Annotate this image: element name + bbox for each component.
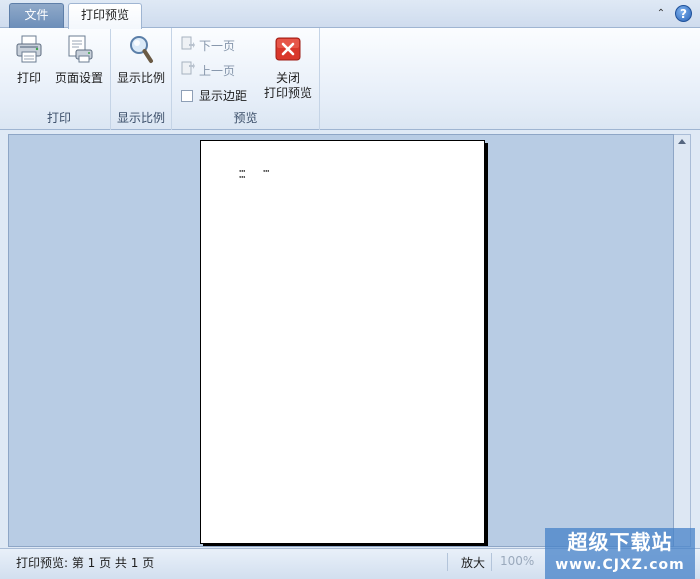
preview-workspace: 333 333 334 [8,134,674,547]
tab-print-preview[interactable]: 打印预览 [68,3,142,29]
print-group-label: 打印 [46,111,71,125]
watermark-title: 超级下载站 [567,530,673,554]
page-cell-b1: 333 [263,169,270,173]
page-cell-a2: 334 [239,175,246,179]
print-group: 打印 页面设置 打印 [8,28,111,130]
next-page-button[interactable]: 下一页 [180,36,235,54]
close-label-line1: 关闭 [276,71,301,85]
help-icon[interactable]: ? [675,5,692,22]
magnifier-icon [125,32,157,66]
close-print-preview-label: 关闭 打印预览 [264,71,312,101]
print-button[interactable]: 打印 [13,32,45,86]
status-separator [491,553,492,571]
close-label-line2: 打印预览 [264,86,313,100]
watermark-logo: 超级下载站 www.CJXZ.com [545,528,695,579]
scroll-up-arrow-icon[interactable] [678,139,686,144]
watermark-url: www.CJXZ.com [555,557,685,573]
preview-group-label: 预览 [233,111,258,125]
next-page-label: 下一页 [199,38,236,53]
previous-page-icon [180,61,195,79]
zoom-group: 显示比例 显示比例 [111,28,172,130]
page-setup-icon [63,32,95,66]
previous-page-label: 上一页 [199,63,236,78]
tab-strip-icons: ⌃ ? [655,5,692,22]
printer-icon [13,32,45,66]
close-icon [272,32,304,66]
print-button-label: 打印 [16,71,41,85]
next-page-icon [180,36,195,54]
collapse-ribbon-icon[interactable]: ⌃ [655,8,667,20]
zoom-in-button[interactable]: 放大 [461,554,485,571]
show-margins-label: 显示边距 [199,89,248,103]
ribbon: 打印 页面设置 打印 显示比例 显示比例 下一页 上一页 显示边距 关闭 打印预… [0,28,700,130]
ribbon-tab-strip: 文件 打印预览 ⌃ ? [0,0,700,29]
tab-file[interactable]: 文件 [9,3,64,28]
page-setup-label: 页面设置 [55,71,104,85]
show-margins-check-box[interactable] [181,89,193,102]
preview-group: 下一页 上一页 显示边距 关闭 打印预览 预览 [172,28,320,130]
zoom-button[interactable]: 显示比例 [117,32,165,86]
page-cell-a1: 333 [239,169,246,173]
vertical-scrollbar[interactable] [674,134,691,547]
page-status-text: 打印预览: 第 1 页 共 1 页 [16,556,155,570]
status-separator [447,553,448,571]
page-setup-button[interactable]: 页面设置 [55,32,103,86]
previous-page-button[interactable]: 上一页 [180,61,235,79]
zoom-group-label: 显示比例 [116,111,165,125]
zoom-button-label: 显示比例 [117,71,166,85]
preview-page: 333 333 334 [200,140,485,544]
show-margins-checkbox[interactable]: 显示边距 [181,87,247,104]
zoom-level-text: 100% [500,554,535,568]
close-print-preview-button[interactable]: 关闭 打印预览 [264,32,312,101]
